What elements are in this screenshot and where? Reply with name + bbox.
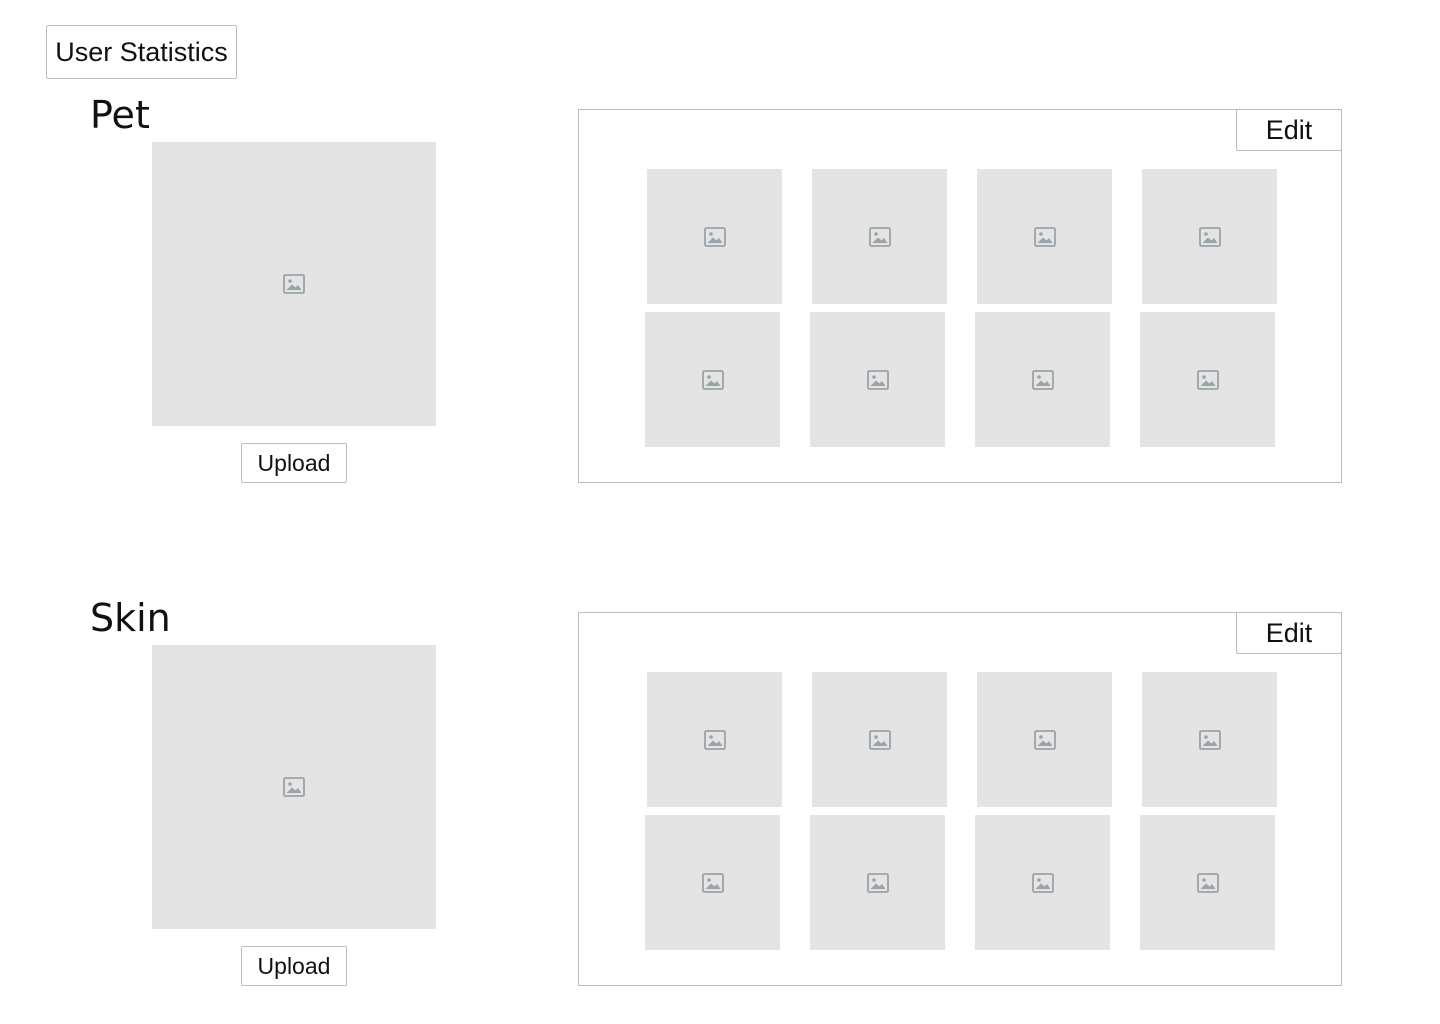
pet-gallery-thumb[interactable] bbox=[812, 169, 947, 304]
skin-gallery-thumb[interactable] bbox=[975, 815, 1110, 950]
image-placeholder-icon bbox=[1033, 226, 1056, 247]
image-placeholder-icon bbox=[283, 777, 305, 797]
image-placeholder-icon bbox=[1198, 226, 1221, 247]
image-placeholder-icon bbox=[1196, 369, 1219, 390]
image-placeholder-icon bbox=[701, 872, 724, 893]
image-placeholder-icon bbox=[1198, 729, 1221, 750]
section-title-pet: Pet bbox=[90, 93, 150, 137]
pet-gallery-thumb[interactable] bbox=[977, 169, 1112, 304]
pet-gallery-thumb[interactable] bbox=[975, 312, 1110, 447]
skin-gallery-thumb[interactable] bbox=[977, 672, 1112, 807]
pet-main-image bbox=[152, 142, 436, 426]
section-title-skin: Skin bbox=[90, 596, 171, 640]
pet-gallery-thumb[interactable] bbox=[810, 312, 945, 447]
pet-gallery-thumb[interactable] bbox=[645, 312, 780, 447]
skin-gallery-thumb[interactable] bbox=[810, 815, 945, 950]
pet-gallery: Edit bbox=[578, 109, 1342, 483]
image-placeholder-icon bbox=[1033, 729, 1056, 750]
skin-main-image bbox=[152, 645, 436, 929]
skin-gallery: Edit bbox=[578, 612, 1342, 986]
image-placeholder-icon bbox=[701, 369, 724, 390]
image-placeholder-icon bbox=[1031, 872, 1054, 893]
pet-gallery-thumb[interactable] bbox=[1140, 312, 1275, 447]
image-placeholder-icon bbox=[1196, 872, 1219, 893]
image-placeholder-icon bbox=[283, 274, 305, 294]
pet-gallery-thumb[interactable] bbox=[1142, 169, 1277, 304]
skin-edit-button[interactable]: Edit bbox=[1236, 612, 1342, 654]
skin-upload-button[interactable]: Upload bbox=[241, 946, 347, 986]
skin-gallery-thumb[interactable] bbox=[1142, 672, 1277, 807]
image-placeholder-icon bbox=[868, 226, 891, 247]
image-placeholder-icon bbox=[703, 729, 726, 750]
image-placeholder-icon bbox=[703, 226, 726, 247]
pet-edit-button[interactable]: Edit bbox=[1236, 109, 1342, 151]
skin-gallery-thumb[interactable] bbox=[645, 815, 780, 950]
image-placeholder-icon bbox=[1031, 369, 1054, 390]
skin-gallery-thumb[interactable] bbox=[1140, 815, 1275, 950]
image-placeholder-icon bbox=[868, 729, 891, 750]
pet-gallery-thumb[interactable] bbox=[647, 169, 782, 304]
image-placeholder-icon bbox=[866, 369, 889, 390]
user-statistics-button[interactable]: User Statistics bbox=[46, 25, 237, 79]
skin-gallery-thumb[interactable] bbox=[812, 672, 947, 807]
skin-gallery-thumb[interactable] bbox=[647, 672, 782, 807]
image-placeholder-icon bbox=[866, 872, 889, 893]
pet-upload-button[interactable]: Upload bbox=[241, 443, 347, 483]
